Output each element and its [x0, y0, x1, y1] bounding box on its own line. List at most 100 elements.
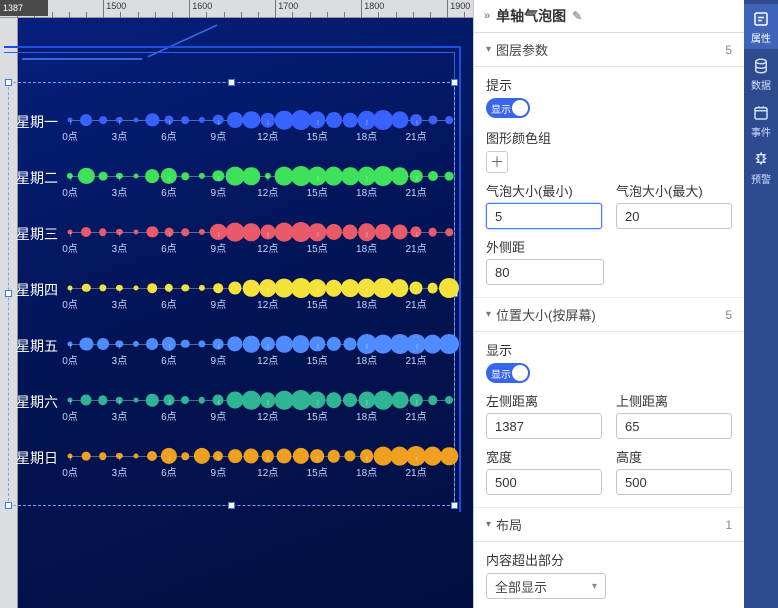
resize-handle[interactable]	[228, 79, 235, 86]
bubble	[227, 112, 243, 128]
rail-label: 预警	[751, 176, 771, 186]
bubble	[199, 397, 206, 404]
bubble	[148, 283, 158, 293]
left-dist-input[interactable]	[486, 413, 602, 439]
x-tick: 3点	[112, 128, 128, 143]
bubble	[81, 395, 92, 406]
x-tick: 15点	[307, 464, 328, 479]
bubble-min-input[interactable]	[486, 203, 602, 229]
bubble	[133, 118, 138, 123]
bubble	[293, 448, 309, 464]
event-icon	[752, 104, 770, 127]
x-tick: 0点	[62, 240, 78, 255]
bubble	[343, 225, 358, 240]
x-tick: 15点	[307, 352, 328, 367]
chart-row: 星期日0点3点6点9点12点15点18点21点	[16, 430, 449, 486]
hint-toggle[interactable]: 显示	[486, 98, 530, 118]
bubble	[146, 394, 159, 407]
bubble	[428, 395, 438, 405]
bubble	[133, 454, 138, 459]
x-tick: 0点	[62, 128, 78, 143]
bubble	[147, 226, 158, 237]
bubble	[227, 336, 242, 351]
bubble	[445, 228, 453, 236]
collapse-icon[interactable]: »	[484, 10, 490, 22]
design-canvas[interactable]: 1387 140015001600170018001900 星期一0点3点6点9…	[0, 0, 473, 608]
chevron-down-icon: ▾	[486, 309, 491, 320]
x-tick: 0点	[62, 296, 78, 311]
edit-icon[interactable]: ✎	[572, 9, 582, 23]
bubble	[276, 336, 293, 353]
bubble	[99, 284, 106, 291]
resize-handle[interactable]	[5, 79, 12, 86]
overflow-value: 全部显示	[495, 577, 547, 596]
bubble	[99, 172, 108, 181]
bubble	[198, 340, 205, 347]
bubble	[199, 117, 205, 123]
x-tick: 18点	[356, 408, 377, 423]
resize-handle[interactable]	[451, 79, 458, 86]
bubble	[194, 448, 210, 464]
bubble	[325, 280, 342, 297]
rail-alert[interactable]: 预警	[744, 145, 778, 190]
bubble	[182, 452, 190, 460]
chart-row: 星期五0点3点6点9点12点15点18点21点	[16, 318, 449, 374]
bubble	[277, 449, 292, 464]
add-color-button[interactable]: ＋	[486, 151, 508, 173]
x-tick: 9点	[211, 296, 227, 311]
resize-handle[interactable]	[5, 290, 12, 297]
alert-icon	[752, 151, 770, 174]
x-tick: 3点	[112, 408, 128, 423]
margin-input[interactable]	[486, 259, 604, 285]
bubble	[391, 167, 409, 185]
display-toggle[interactable]: 显示	[486, 363, 530, 383]
row-axis: 0点3点6点9点12点15点18点21点	[70, 382, 449, 422]
section-count: 1	[725, 518, 732, 532]
width-label: 宽度	[486, 447, 602, 466]
bubble	[243, 167, 261, 185]
section-position[interactable]: ▾位置大小(按屏幕) 5	[474, 298, 744, 332]
x-tick: 15点	[307, 296, 328, 311]
bubble	[199, 285, 205, 291]
x-tick: 9点	[211, 128, 227, 143]
x-tick: 12点	[257, 184, 278, 199]
bubble	[133, 174, 138, 179]
bubble	[181, 396, 189, 404]
overflow-label: 内容超出部分	[486, 550, 732, 569]
bubble-chart[interactable]: 星期一0点3点6点9点12点15点18点21点星期二0点3点6点9点12点15点…	[16, 94, 449, 486]
bubble	[181, 340, 189, 348]
x-tick: 6点	[161, 184, 177, 199]
bubble	[445, 396, 453, 404]
x-tick: 12点	[257, 408, 278, 423]
chevron-down-icon: ▾	[592, 581, 597, 592]
panel-header: » 单轴气泡图 ✎	[474, 0, 744, 33]
bubble	[324, 167, 343, 186]
bubble	[182, 172, 190, 180]
rail-props[interactable]: 属性	[744, 4, 778, 49]
ruler-horizontal: 140015001600170018001900	[0, 0, 473, 18]
height-input[interactable]	[616, 469, 732, 495]
section-layout[interactable]: ▾布局 1	[474, 508, 744, 542]
top-dist-label: 上侧距离	[616, 391, 732, 410]
bubble	[199, 173, 205, 179]
x-tick: 15点	[307, 128, 328, 143]
rail-data[interactable]: 数据	[744, 51, 778, 96]
bubble-max-input[interactable]	[616, 203, 732, 229]
top-dist-input[interactable]	[616, 413, 732, 439]
rail-event[interactable]: 事件	[744, 98, 778, 143]
section-layer-params[interactable]: ▾图层参数 5	[474, 33, 744, 67]
bubble	[80, 337, 93, 350]
resize-handle[interactable]	[228, 502, 235, 509]
row-axis: 0点3点6点9点12点15点18点21点	[70, 270, 449, 310]
bubble	[345, 450, 356, 461]
overflow-select[interactable]: 全部显示 ▾	[486, 573, 606, 599]
decorative-line	[21, 58, 142, 60]
rail-label: 事件	[751, 129, 771, 139]
chart-row: 星期六0点3点6点9点12点15点18点21点	[16, 374, 449, 430]
x-tick: 21点	[405, 408, 426, 423]
bubble	[292, 335, 310, 353]
resize-handle[interactable]	[5, 502, 12, 509]
resize-handle[interactable]	[451, 502, 458, 509]
width-input[interactable]	[486, 469, 602, 495]
row-axis: 0点3点6点9点12点15点18点21点	[70, 214, 449, 254]
